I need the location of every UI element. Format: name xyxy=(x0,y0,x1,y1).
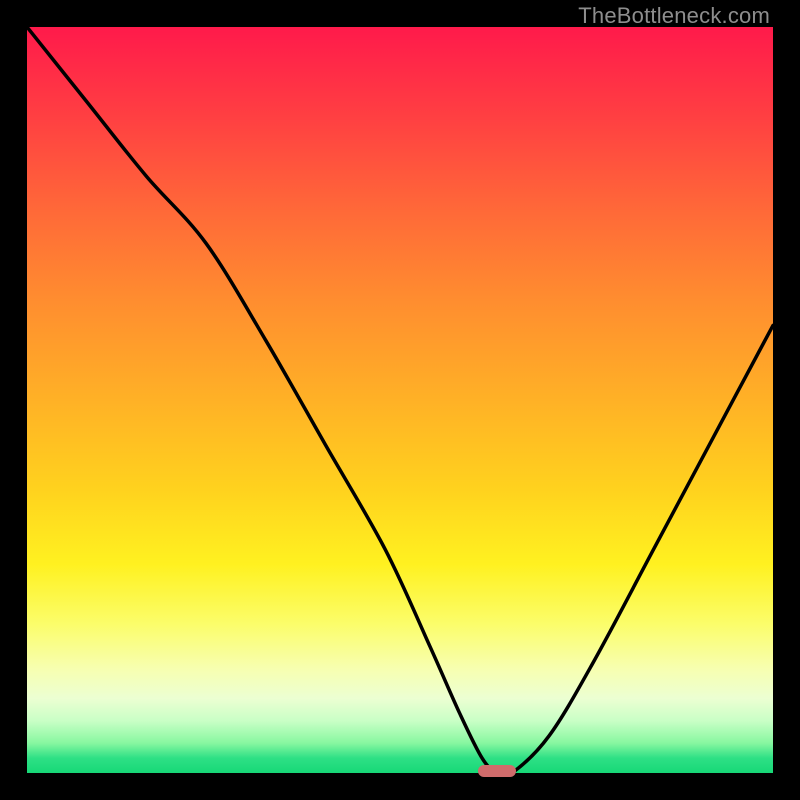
chart-svg xyxy=(27,27,773,773)
chart-plot-area xyxy=(27,27,773,773)
optimal-marker xyxy=(478,765,515,777)
bottleneck-curve xyxy=(27,27,773,773)
watermark-text: TheBottleneck.com xyxy=(578,3,770,29)
